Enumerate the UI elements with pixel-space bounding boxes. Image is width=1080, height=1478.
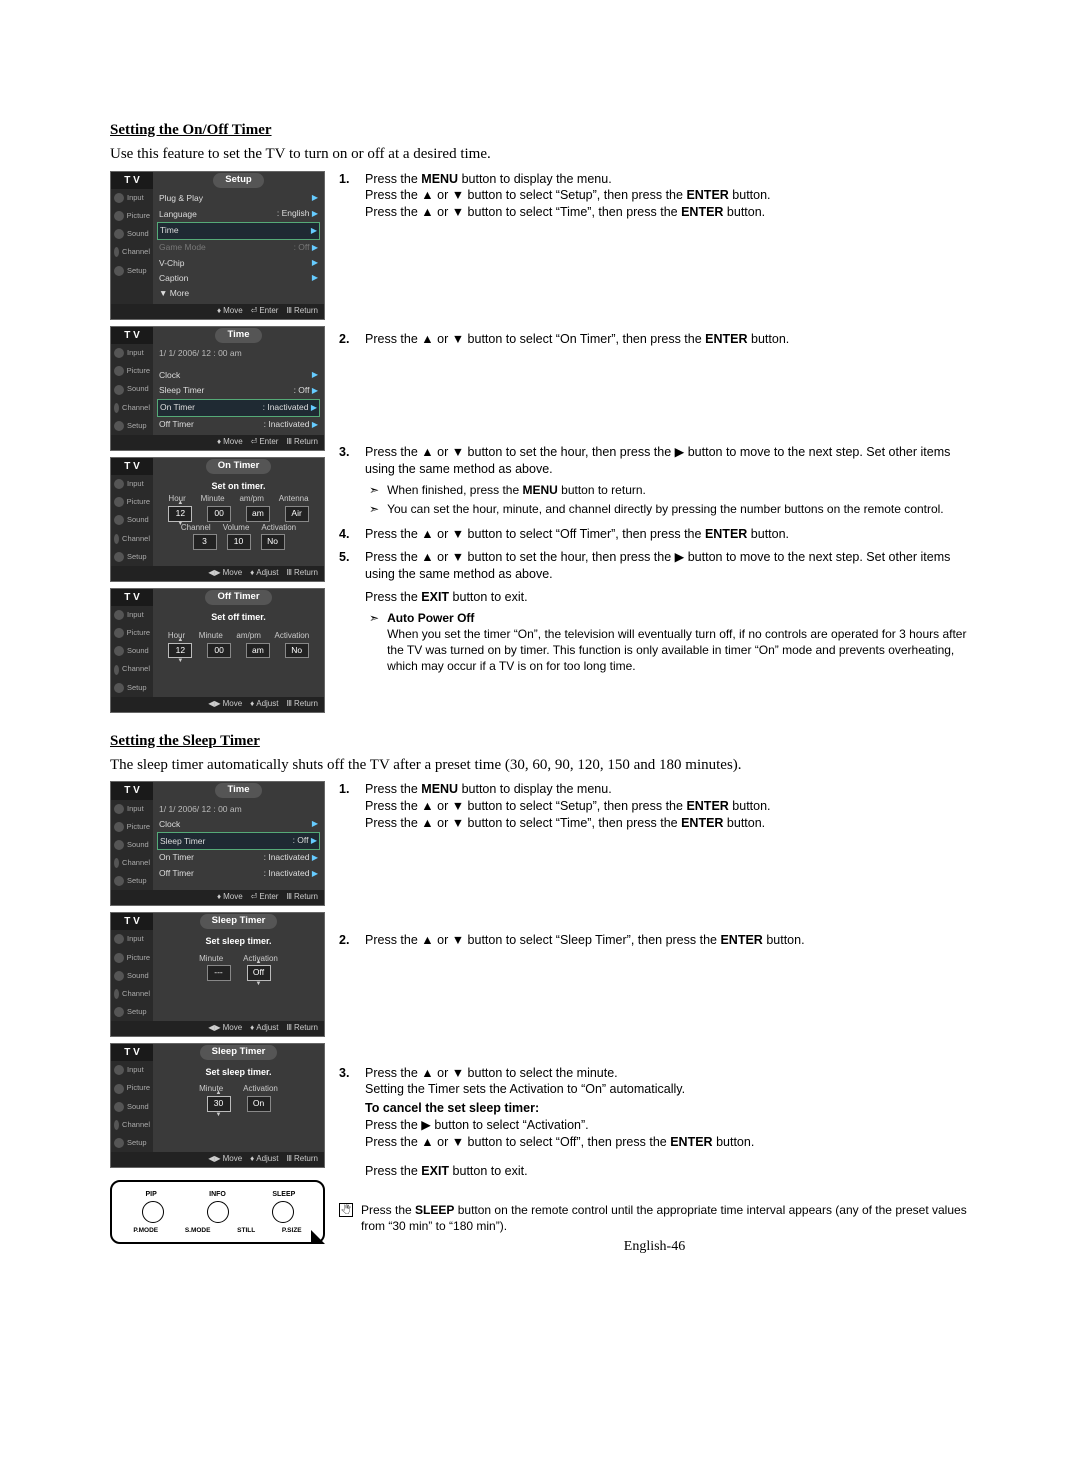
osd-tv-label: T V <box>111 172 153 190</box>
osd-column-2: T V Time Input Picture Sound Channel Set… <box>110 781 325 1257</box>
section-title-sleep: Setting the Sleep Timer <box>110 731 970 751</box>
instructions-sleep: 1. Press the MENU button to display the … <box>339 781 970 1257</box>
osd-title: Setup <box>213 173 263 188</box>
updown-icon: ♦ <box>217 306 221 317</box>
osd-on-timer: T V On Timer Input Picture Sound Channel… <box>110 457 325 582</box>
osd-column-1: T V Setup Input Picture Sound Channel Se… <box>110 171 325 713</box>
return-icon: Ⅲ <box>286 306 292 317</box>
osd-sleep-2: T V Sleep Timer Input Picture Sound Chan… <box>110 1043 325 1168</box>
remote-illustration: PIPINFOSLEEP P.MODES.MODESTILLP.SIZE <box>110 1180 325 1244</box>
menu-row: Plug & Play▶ <box>157 191 320 206</box>
note-icon: 🖑 <box>339 1203 353 1217</box>
pip-button-icon <box>142 1201 164 1223</box>
chevron-icon: ➣ <box>369 501 379 517</box>
osd-time-2: T V Time Input Picture Sound Channel Set… <box>110 781 325 906</box>
osd-time: T V Time Input Picture Sound Channel Set… <box>110 326 325 451</box>
info-button-icon <box>207 1201 229 1223</box>
input-icon <box>114 193 124 203</box>
osd-off-timer: T V Off Timer Input Picture Sound Channe… <box>110 588 325 713</box>
chevron-icon: ➣ <box>369 610 379 675</box>
section-lead-sleep: The sleep timer automatically shuts off … <box>110 755 970 775</box>
setup-icon <box>114 266 124 276</box>
osd-sleep-1: T V Sleep Timer Input Picture Sound Chan… <box>110 912 325 1037</box>
channel-icon <box>114 247 119 257</box>
enter-icon: ⏎ <box>251 306 258 317</box>
instructions-on-off: 1. Press the MENU button to display the … <box>339 171 970 713</box>
section-title-on-off: Setting the On/Off Timer <box>110 120 970 140</box>
sleep-button-icon <box>272 1201 294 1223</box>
section-lead-on-off: Use this feature to set the TV to turn o… <box>110 144 970 164</box>
page-number: English-46 <box>339 1238 970 1257</box>
osd-setup: T V Setup Input Picture Sound Channel Se… <box>110 171 325 320</box>
sound-icon <box>114 229 124 239</box>
chevron-icon: ➣ <box>369 482 379 498</box>
picture-icon <box>114 211 124 221</box>
